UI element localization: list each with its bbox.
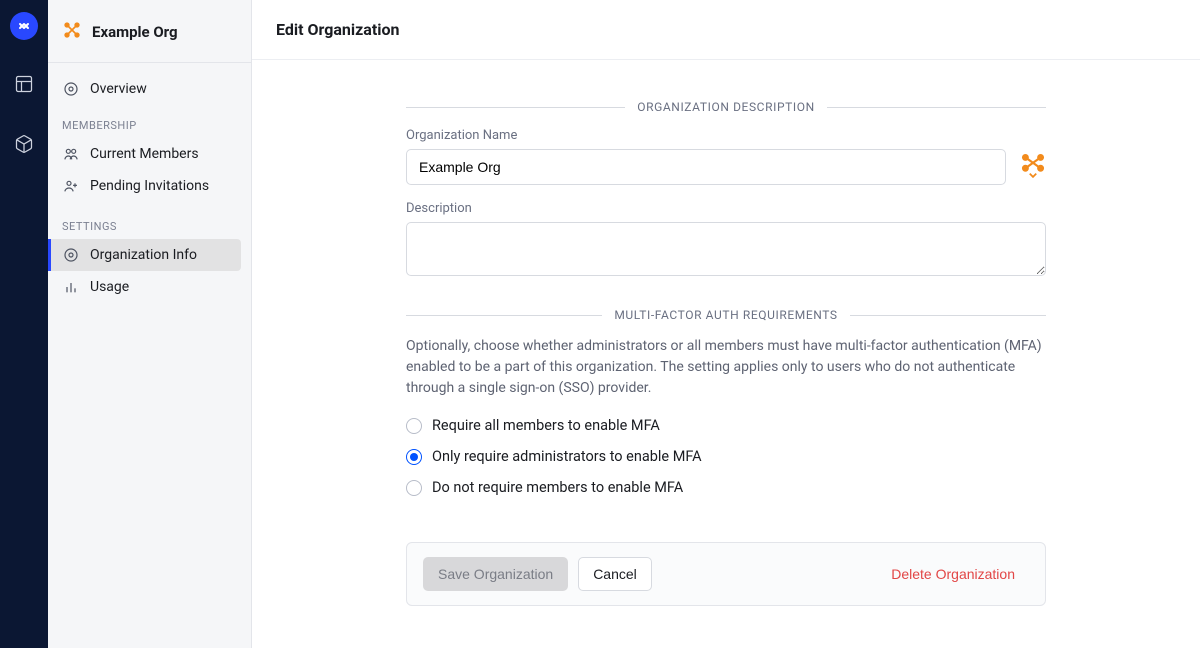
mfa-option-admins[interactable]: Only require administrators to enable MF… <box>406 448 1046 465</box>
eye-icon <box>62 81 80 97</box>
page-header: Edit Organization <box>252 0 1200 60</box>
sidebar-group-membership: Membership <box>48 105 251 138</box>
mfa-help-text: Optionally, choose whether administrator… <box>406 336 1046 399</box>
org-avatar-picker[interactable] <box>1020 152 1046 182</box>
section-divider-description: Organization Description <box>406 100 1046 114</box>
radio-label: Require all members to enable MFA <box>432 417 660 434</box>
description-field-label: Description <box>406 201 1046 216</box>
radio-label: Only require administrators to enable MF… <box>432 448 702 465</box>
gear-icon <box>62 247 80 263</box>
app-rail <box>0 0 48 648</box>
page-title: Edit Organization <box>276 20 1176 39</box>
mfa-radio-group: Require all members to enable MFA Only r… <box>406 417 1046 496</box>
save-button[interactable]: Save Organization <box>423 557 568 591</box>
main-content: Edit Organization Organization Descripti… <box>252 0 1200 648</box>
sidebar-item-organization-info[interactable]: Organization Info <box>48 239 241 271</box>
org-name-label: Example Org <box>92 23 178 41</box>
radio-label: Do not require members to enable MFA <box>432 479 683 496</box>
delete-organization-button[interactable]: Delete Organization <box>877 557 1029 591</box>
field-description: Description <box>406 201 1046 280</box>
radio-icon <box>406 480 422 496</box>
rail-box-icon[interactable] <box>8 128 40 160</box>
sidebar-item-pending-invitations[interactable]: Pending Invitations <box>48 170 251 202</box>
sidebar-item-label: Current Members <box>90 146 199 162</box>
radio-icon <box>406 418 422 434</box>
section-label: Organization Description <box>637 100 815 114</box>
sidebar-nav: Overview Membership Current Members Pend… <box>48 63 251 313</box>
rail-overview-icon[interactable] <box>8 68 40 100</box>
mfa-option-all[interactable]: Require all members to enable MFA <box>406 417 1046 434</box>
form-content: Organization Description Organization Na… <box>396 60 1056 646</box>
field-org-name: Organization Name <box>406 128 1046 185</box>
org-name-input[interactable] <box>406 149 1006 185</box>
org-name-field-label: Organization Name <box>406 128 1046 143</box>
sidebar-item-label: Organization Info <box>90 247 197 263</box>
sidebar-item-overview[interactable]: Overview <box>48 73 251 105</box>
section-divider-mfa: Multi-Factor Auth Requirements <box>406 308 1046 322</box>
users-icon <box>62 146 80 162</box>
bar-chart-icon <box>62 279 80 295</box>
sidebar-item-current-members[interactable]: Current Members <box>48 138 251 170</box>
sidebar-item-label: Pending Invitations <box>90 178 209 194</box>
app-logo[interactable] <box>10 12 38 40</box>
sidebar-item-usage[interactable]: Usage <box>48 271 251 303</box>
sidebar-item-label: Overview <box>90 81 147 97</box>
org-header: Example Org <box>48 12 251 63</box>
description-input[interactable] <box>406 222 1046 276</box>
cancel-button[interactable]: Cancel <box>578 557 652 591</box>
radio-icon <box>406 449 422 465</box>
sidebar-group-settings: Settings <box>48 202 251 239</box>
user-plus-icon <box>62 178 80 194</box>
actions-bar: Save Organization Cancel Delete Organiza… <box>406 542 1046 606</box>
mfa-option-none[interactable]: Do not require members to enable MFA <box>406 479 1046 496</box>
section-label: Multi-Factor Auth Requirements <box>614 308 837 322</box>
org-avatar-icon <box>62 20 82 44</box>
sidebar: Example Org Overview Membership Current … <box>48 0 252 648</box>
sidebar-item-label: Usage <box>90 279 129 295</box>
